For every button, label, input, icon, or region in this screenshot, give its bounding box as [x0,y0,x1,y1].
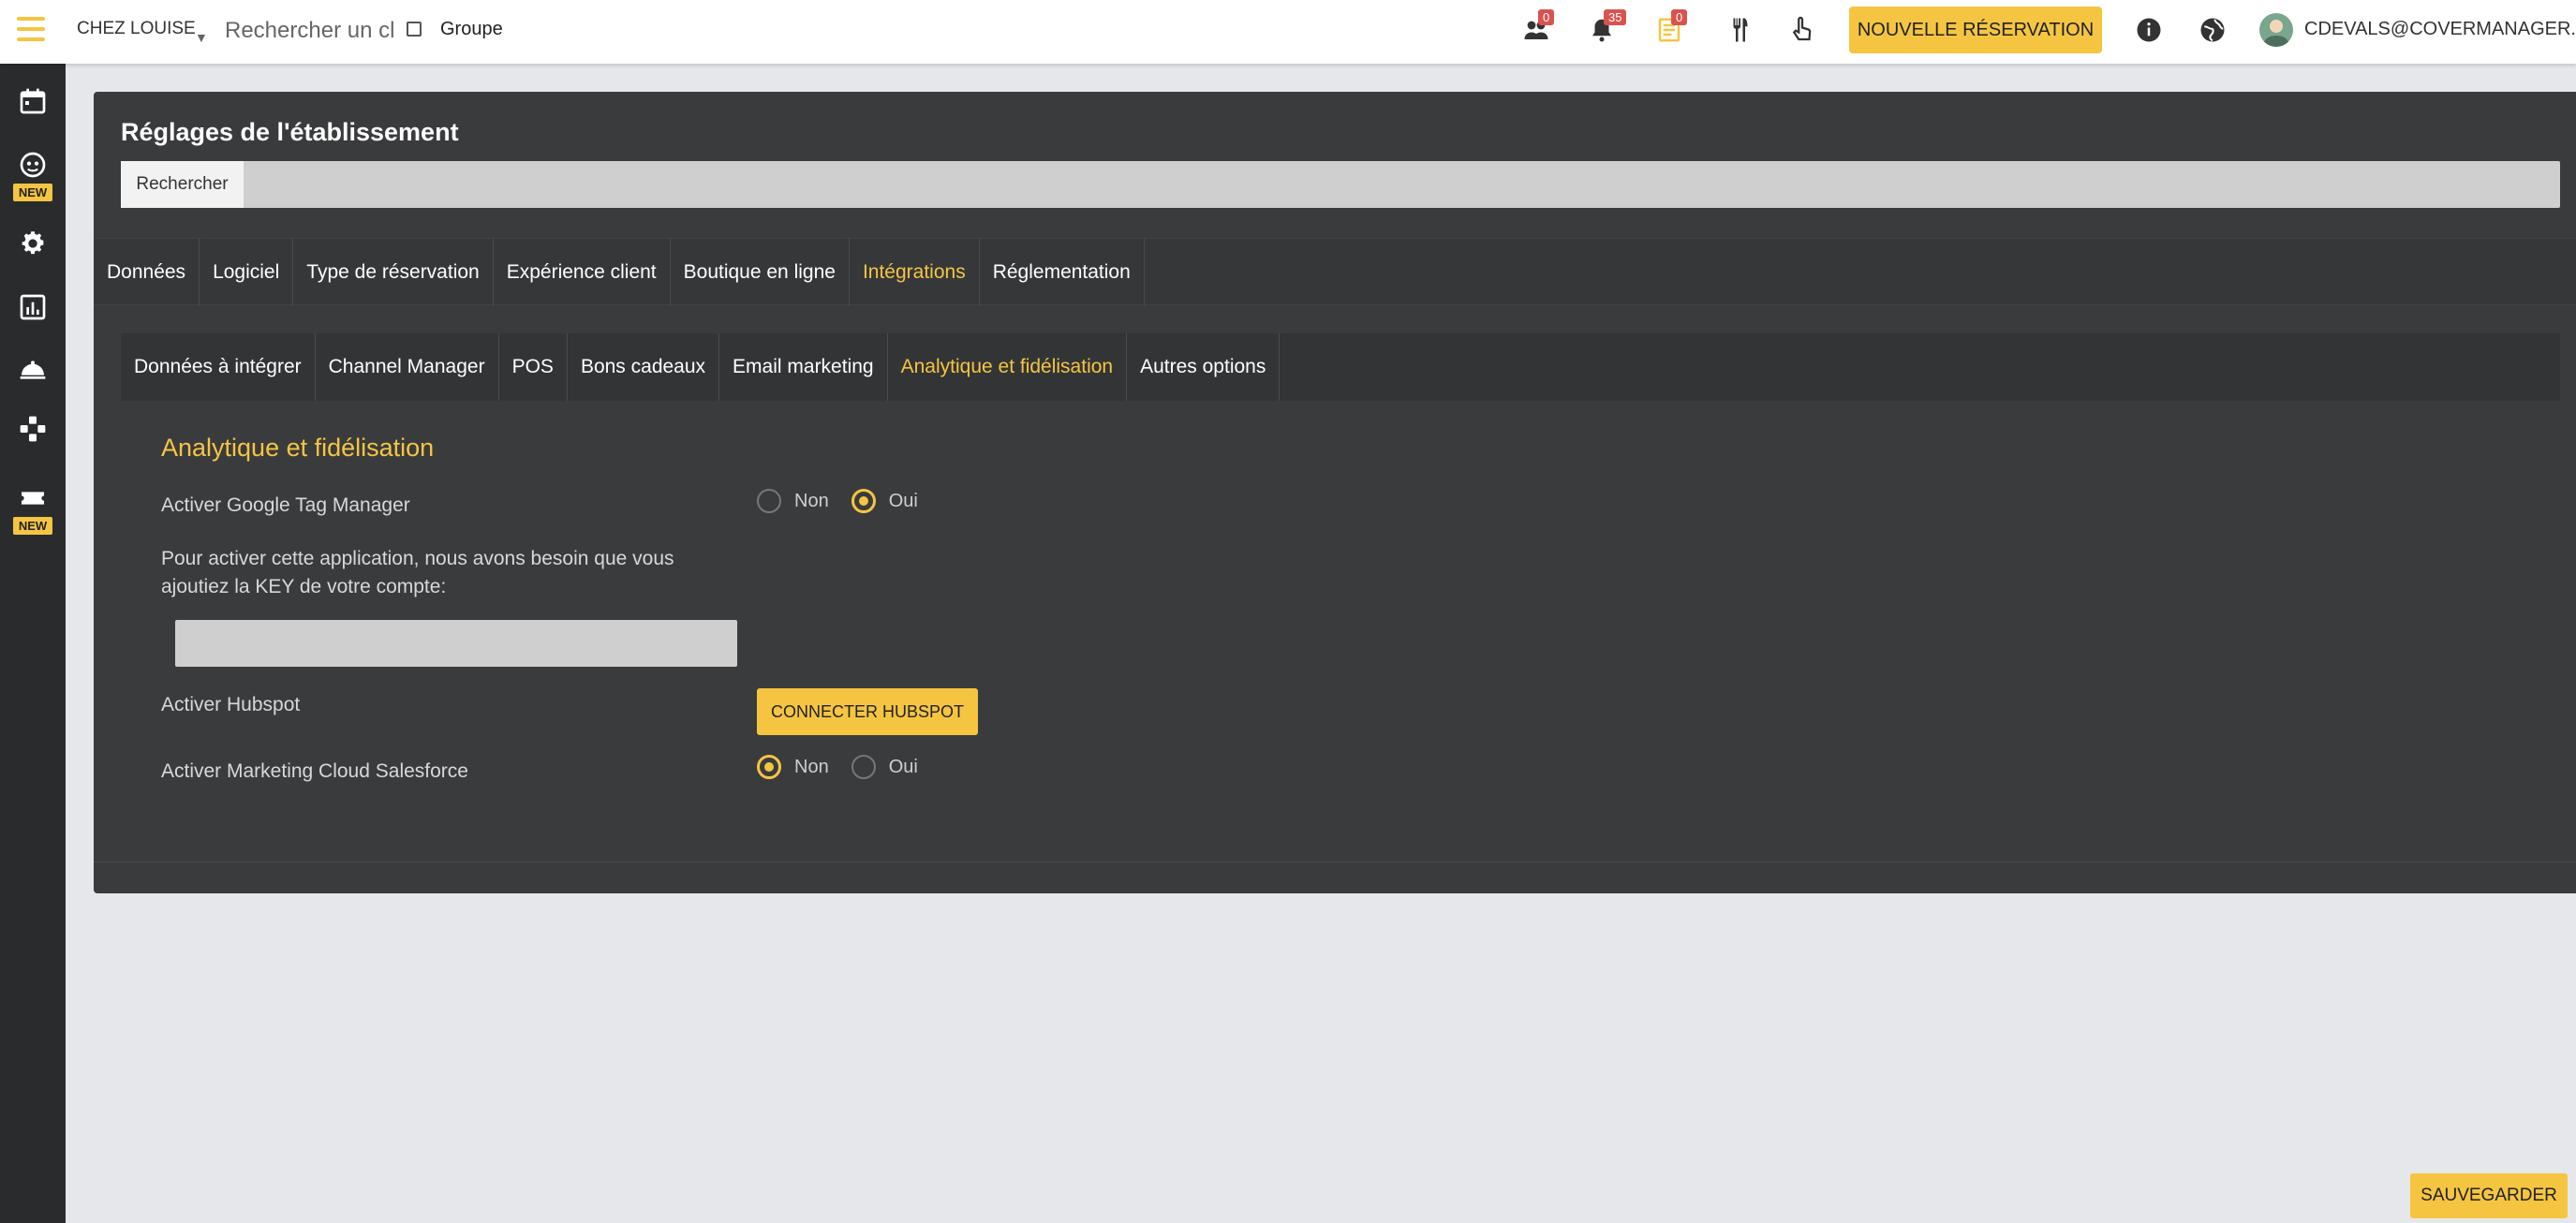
radio-label: Non [794,490,829,511]
sidebar-item-integrations[interactable] [0,414,66,444]
sidebar-item-calendar[interactable] [0,86,66,116]
subtab-bons-cadeaux[interactable]: Bons cadeaux [568,333,720,401]
section-title: Analytique et fidélisation [161,434,435,462]
subtab-channel-manager[interactable]: Channel Manager [316,333,499,401]
sidebar-item-settings[interactable] [0,228,66,258]
radio-label: Non [794,756,829,777]
radio-circle [851,755,876,779]
sub-tabs: Données à intégrer Channel Manager POS B… [121,333,2560,401]
menu-icon[interactable] [17,17,45,41]
user-email[interactable]: CDEVALS@COVERMANAGER.COM [2304,19,2576,40]
tab-integrations[interactable]: Intégrations [850,239,980,306]
tab-donnees[interactable]: Données [94,239,200,306]
bell-icon[interactable]: 35 [1585,9,1627,47]
subtab-pos[interactable]: POS [499,333,568,401]
top-bar: CHEZ LOUISE ▼ Groupe 0 35 0 NOUVELLE RÉS… [0,0,2576,64]
tab-experience-client[interactable]: Expérience client [494,239,671,306]
avatar[interactable] [2259,13,2293,47]
radio-label: Oui [888,756,918,777]
gtm-label: Activer Google Tag Manager [161,494,410,516]
key-note-line-1: Pour activer cette application, nous avo… [161,548,674,569]
sidebar-item-stats[interactable] [0,292,66,322]
radio-circle-checked [851,489,876,513]
hubspot-label: Activer Hubspot [161,694,301,715]
new-tag: NEW [12,517,53,535]
key-note: Pour activer cette application, nous avo… [161,545,674,601]
search-button[interactable]: Rechercher [121,161,244,208]
salesforce-label: Activer Marketing Cloud Salesforce [161,760,468,782]
calendar-icon [20,88,46,114]
sidebar-item-service[interactable] [0,354,66,384]
tasks-badge: 0 [1671,9,1688,25]
notifications-badge: 35 [1604,9,1627,25]
ticket-icon [22,492,44,505]
main-tabs: Données Logiciel Type de réservation Exp… [94,238,2576,306]
subtab-email-marketing[interactable]: Email marketing [719,333,888,401]
tab-logiciel[interactable]: Logiciel [200,239,294,306]
new-tag: NEW [12,184,53,201]
venue-selector[interactable]: CHEZ LOUISE [77,19,196,39]
gtm-radio-oui[interactable]: Oui [851,489,918,513]
new-reservation-button[interactable]: NOUVELLE RÉSERVATION [1849,7,2102,53]
robot-icon [20,152,46,178]
puzzle-icon [20,416,46,442]
key-note-line-2: ajoutiez la KEY de votre compte: [161,576,447,597]
salesforce-radio-non[interactable]: Non [757,755,829,779]
connect-hubspot-button[interactable]: CONNECTER HUBSPOT [757,688,978,735]
gear-icon [22,231,44,255]
save-button[interactable]: SAUVEGARDER [2410,1173,2568,1218]
tasks-icon[interactable]: 0 [1652,9,1688,47]
sidebar-item-robot[interactable]: NEW [0,150,66,201]
chart-icon [20,294,46,320]
salesforce-radio-group: Non Oui [757,755,940,779]
subtab-autres-options[interactable]: Autres options [1127,333,1281,401]
caret-down-icon[interactable]: ▼ [195,30,208,45]
cloche-icon [20,361,46,379]
page-title: Réglages de l'établissement [121,118,459,146]
settings-panel: Réglages de l'établissement Rechercher D… [94,92,2576,893]
info-icon[interactable] [2132,13,2166,47]
group-checkbox[interactable] [407,22,422,37]
cutlery-icon[interactable] [1724,13,1757,47]
settings-search-input[interactable]: Rechercher [121,161,2560,208]
clients-badge: 0 [1538,9,1555,25]
gtm-radio-group: Non Oui [757,489,940,513]
gtm-key-input[interactable] [175,620,737,667]
radio-circle-checked [757,755,781,779]
clients-icon[interactable]: 0 [1519,9,1555,47]
radio-label: Oui [888,490,918,511]
tab-boutique[interactable]: Boutique en ligne [671,239,850,306]
radio-circle [757,489,781,513]
subtab-analytique[interactable]: Analytique et fidélisation [888,333,1128,401]
salesforce-radio-oui[interactable]: Oui [851,755,918,779]
pointer-hand-icon[interactable] [1785,13,1819,47]
sidebar-item-tickets[interactable]: NEW [0,483,66,535]
sidebar: NEW NEW [0,64,66,1223]
tab-reglementation[interactable]: Réglementation [980,239,1145,306]
gtm-radio-non[interactable]: Non [757,489,829,513]
globe-icon[interactable] [2196,13,2229,47]
tab-type-reservation[interactable]: Type de réservation [293,239,494,306]
subtab-donnees-integrer[interactable]: Données à intégrer [121,333,316,401]
group-label: Groupe [440,19,503,39]
client-search-input[interactable] [225,15,393,47]
